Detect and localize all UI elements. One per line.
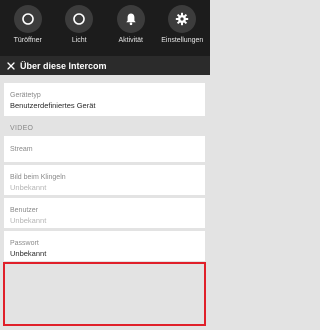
top-action-bar: Türöffner Licht Aktivität Einstellungen — [0, 0, 210, 56]
door-opener-circle — [13, 5, 42, 33]
light-button[interactable]: Licht — [54, 0, 104, 44]
ring-image-label: Bild beim Klingeln — [10, 174, 66, 181]
light-label: Licht — [71, 37, 87, 44]
user-label: Benutzer — [10, 207, 39, 214]
close-button[interactable] — [4, 59, 18, 73]
stream-label: Stream — [10, 146, 33, 153]
settings-label: Einstellungen — [161, 37, 204, 44]
password-row[interactable]: Passwort Unbekannt — [4, 231, 205, 261]
device-type-card: Gerätetyp Benutzerdefiniertes Gerät — [4, 83, 205, 116]
door-opener-label: Türöffner — [13, 37, 42, 44]
page-title: Über diese Intercom — [20, 60, 107, 71]
page-header: Über diese Intercom — [0, 56, 210, 75]
device-type-label: Gerätetyp — [10, 92, 41, 99]
password-value: Unbekannt — [10, 249, 47, 258]
stream-row[interactable]: Stream — [4, 136, 205, 162]
user-value: Unbekannt — [10, 216, 47, 225]
gear-icon — [176, 12, 189, 26]
device-type-value: Benutzerdefiniertes Gerät — [10, 101, 96, 110]
highlighted-empty-area — [3, 262, 206, 326]
light-circle — [65, 5, 94, 33]
activity-button[interactable]: Aktivität — [106, 0, 156, 44]
close-icon — [7, 61, 15, 70]
ring-image-value: Unbekannt — [10, 183, 47, 192]
user-row[interactable]: Benutzer Unbekannt — [4, 198, 205, 228]
settings-circle — [168, 5, 197, 33]
ring-image-row[interactable]: Bild beim Klingeln Unbekannt — [4, 165, 205, 195]
activity-label: Aktivität — [118, 37, 143, 44]
video-section-label: VIDEO — [10, 125, 34, 132]
settings-button[interactable]: Einstellungen — [157, 0, 207, 44]
activity-circle — [116, 5, 145, 33]
circle-icon — [21, 13, 34, 25]
circle-icon — [73, 13, 86, 25]
bell-icon — [126, 13, 136, 26]
password-label: Passwort — [10, 240, 39, 247]
door-opener-button[interactable]: Türöffner — [3, 0, 53, 44]
